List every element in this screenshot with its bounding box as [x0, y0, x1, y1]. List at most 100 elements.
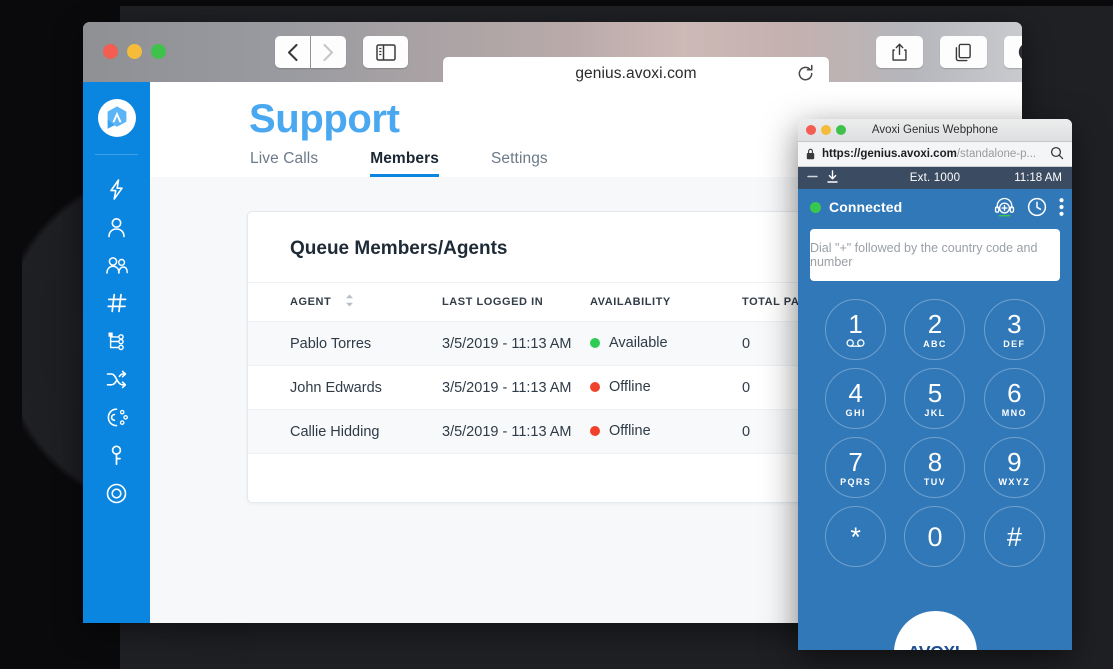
webphone-collapse-button[interactable] — [806, 170, 819, 186]
webphone-url: https://genius.avoxi.com/standalone-p... — [822, 148, 1036, 160]
column-header-availability[interactable]: AVAILABILITY — [590, 282, 742, 322]
cell-last-logged-in: 3/5/2019 - 11:13 AM — [442, 409, 590, 454]
dialpad-key-9[interactable]: 9 WXYZ — [983, 437, 1045, 498]
dialpad-key-9-letters: WXYZ — [998, 476, 1031, 487]
status-dot — [590, 338, 600, 348]
column-header-last-logged-in[interactable]: LAST LOGGED IN — [442, 282, 590, 322]
sidebar-items — [83, 170, 150, 512]
status-dot — [590, 426, 600, 436]
downloads-icon — [1018, 44, 1022, 60]
webphone-status-row: Connected — [798, 189, 1072, 225]
call-history-icon[interactable] — [1027, 197, 1047, 222]
webphone-titlebar: Avoxi Genius Webphone — [798, 119, 1072, 142]
sidebar-item-permissions[interactable] — [83, 436, 150, 474]
status-label: Available — [609, 335, 668, 351]
dialpad-key-8-number: 8 — [927, 446, 943, 477]
dialpad-key-0[interactable]: 0 — [904, 506, 966, 567]
dial-input-placeholder: Dial "+" followed by the country code an… — [810, 241, 1038, 269]
dialpad-key-6[interactable]: 6 MNO — [983, 368, 1045, 429]
cell-availability: Offline — [590, 365, 742, 410]
cell-agent: John Edwards — [248, 365, 442, 410]
dialpad-key-1-number: 1 — [848, 308, 863, 339]
cell-availability: Offline — [590, 409, 742, 454]
sidebar-item-user[interactable] — [83, 208, 150, 246]
dialpad-key-8[interactable]: 8 TUV — [904, 437, 966, 498]
download-icon — [827, 170, 838, 183]
dialpad-key-star[interactable]: * — [825, 506, 887, 567]
tab-live-calls[interactable]: Live Calls — [250, 150, 318, 177]
app-sidebar — [83, 82, 150, 623]
forward-button[interactable] — [311, 36, 346, 68]
avoxi-logo[interactable] — [98, 99, 136, 137]
webphone-body: Connected Dial "+" followed by the count… — [798, 189, 1072, 650]
cell-last-logged-in: 3/5/2019 - 11:13 AM — [442, 321, 590, 366]
add-agent-icon[interactable] — [994, 196, 1015, 222]
maximize-window-button[interactable] — [151, 44, 166, 59]
webphone-dock-button[interactable] — [826, 170, 839, 187]
minimize-icon — [807, 175, 818, 178]
webphone-url-dim: /standalone-p... — [956, 148, 1037, 160]
dialpad-key-7[interactable]: 7 PQRS — [825, 437, 887, 498]
dialpad-key-4[interactable]: 4 GHI — [825, 368, 887, 429]
webphone-address-bar[interactable]: https://genius.avoxi.com/standalone-p... — [798, 142, 1072, 167]
more-vertical-icon — [1059, 197, 1064, 216]
target-icon — [106, 483, 127, 503]
dialpad-key-3[interactable]: 3 DEF — [983, 299, 1045, 360]
sidebar-item-teams[interactable] — [83, 246, 150, 284]
cell-availability: Available — [590, 321, 742, 366]
key-icon — [111, 444, 122, 465]
sidebar-item-transfer[interactable] — [83, 360, 150, 398]
webphone-maximize-button[interactable] — [836, 125, 846, 135]
dialpad-key-2[interactable]: 2 ABC — [904, 299, 966, 360]
page-title: Support — [249, 97, 400, 141]
cell-last-logged-in: 3/5/2019 - 11:13 AM — [442, 365, 590, 410]
dialpad-key-3-letters: DEF — [1003, 338, 1026, 349]
minimize-window-button[interactable] — [127, 44, 142, 59]
avoxi-brand-bubble: AVOXI. — [893, 611, 977, 650]
show-tabs-icon — [955, 43, 971, 61]
dialpad: 1 2 ABC 3 DEF 4 GHI 5 JKL 6 MNO 7 PQRS 8… — [816, 299, 1054, 567]
sidebar-item-activity[interactable] — [83, 170, 150, 208]
avoxi-logo-icon — [107, 106, 127, 129]
avoxi-brand-label: AVOXI. — [908, 642, 963, 650]
avoxi-brand-dot: . — [959, 649, 962, 650]
webphone-minimize-button[interactable] — [821, 125, 831, 135]
clock-icon — [1027, 197, 1047, 216]
dialpad-key-3-number: 3 — [1007, 308, 1022, 339]
downloads-button[interactable] — [1004, 36, 1022, 68]
webphone-time: 11:18 AM — [1014, 172, 1062, 184]
tab-members[interactable]: Members — [370, 150, 439, 177]
sidebar-item-numbers[interactable] — [83, 284, 150, 322]
status-dot — [590, 382, 600, 392]
cell-agent: Callie Hidding — [248, 409, 442, 454]
more-options-icon[interactable] — [1059, 197, 1064, 222]
sidebar-item-call-settings[interactable] — [83, 398, 150, 436]
headset-add-icon — [994, 197, 1015, 217]
show-tabs-button[interactable] — [940, 36, 987, 68]
chevron-left-icon — [287, 43, 298, 61]
dialpad-key-hash[interactable]: # — [983, 506, 1045, 567]
dialpad-key-0-number: 0 — [927, 521, 943, 552]
shuffle-icon — [106, 370, 127, 388]
tab-settings[interactable]: Settings — [491, 150, 548, 177]
dialpad-key-1[interactable]: 1 — [825, 299, 887, 360]
back-button[interactable] — [275, 36, 310, 68]
dial-input[interactable]: Dial "+" followed by the country code an… — [810, 229, 1060, 281]
webphone-close-button[interactable] — [806, 125, 816, 135]
webphone-search-button[interactable] — [1050, 146, 1064, 165]
column-header-agent[interactable]: AGENT — [248, 282, 442, 322]
close-window-button[interactable] — [103, 44, 118, 59]
avoxi-brand-text: AVOXI — [908, 642, 960, 650]
sidebar-divider — [95, 154, 138, 155]
dialpad-key-8-letters: TUV — [923, 476, 947, 487]
dialpad-key-6-letters: MNO — [1001, 407, 1027, 418]
sort-arrows-icon[interactable] — [345, 294, 354, 310]
share-button[interactable] — [876, 36, 923, 68]
lightning-icon — [110, 178, 123, 200]
sidebar-toggle-button[interactable] — [363, 36, 408, 68]
dialpad-key-5[interactable]: 5 JKL — [904, 368, 966, 429]
sidebar-item-reports[interactable] — [83, 474, 150, 512]
sidebar-item-routing[interactable] — [83, 322, 150, 360]
dialpad-key-2-number: 2 — [927, 308, 943, 339]
search-icon — [1050, 146, 1064, 160]
